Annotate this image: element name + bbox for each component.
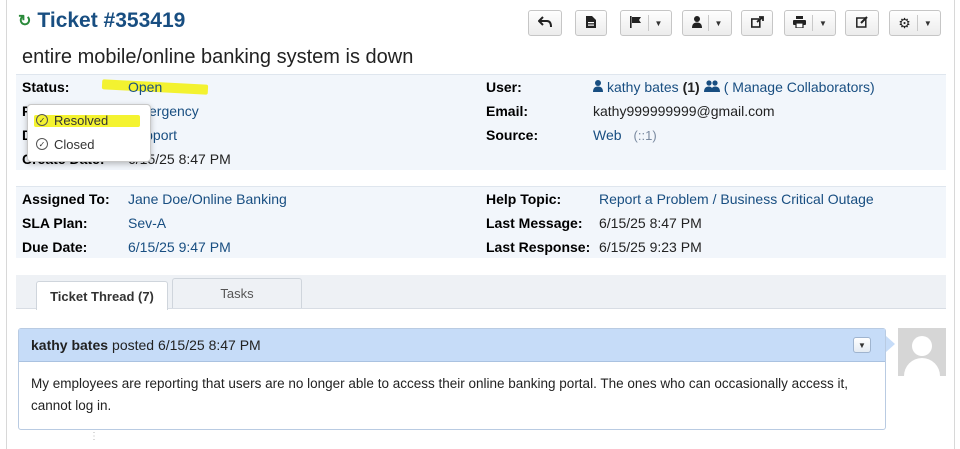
chevron-down-icon: ▼: [819, 18, 827, 28]
email-label: Email:: [486, 103, 529, 119]
reply-icon: [537, 15, 552, 31]
users-icon: [703, 79, 720, 95]
edit-icon: [855, 15, 869, 31]
separator: [647, 15, 649, 31]
status-option-closed[interactable]: ✓ Closed: [36, 134, 94, 154]
status-dropdown-menu: ✓ Resolved ✓ Closed: [27, 104, 151, 162]
manage-collaborators-link[interactable]: ( Manage Collaborators): [724, 79, 875, 95]
chevron-down-icon: ▼: [923, 18, 932, 28]
left-border: [6, 0, 7, 449]
separator: [916, 15, 918, 31]
chevron-down-icon: ▼: [858, 340, 866, 350]
separator: [812, 15, 814, 31]
thread-message-body: My employees are reporting that users ar…: [31, 376, 848, 413]
reply-button[interactable]: [528, 10, 562, 36]
flag-icon: [629, 15, 642, 31]
refresh-icon[interactable]: ↻: [18, 11, 31, 31]
thread-entry: kathy bates posted 6/15/25 8:47 PM ▼ My …: [18, 328, 886, 430]
printer-icon: [793, 15, 807, 31]
document-icon: [586, 15, 596, 31]
assign-dropdown-button[interactable]: ▼: [682, 10, 732, 36]
chevron-down-icon: ▼: [654, 18, 663, 28]
assigned-to-value[interactable]: Jane Doe/Online Banking: [128, 189, 287, 209]
ticket-subject: entire mobile/online banking system is d…: [22, 46, 414, 68]
check-circle-icon: ✓: [36, 138, 48, 150]
thread-entry-header: kathy bates posted 6/15/25 8:47 PM ▼: [19, 329, 885, 362]
gear-icon: ⚙: [898, 14, 911, 31]
sla-plan-value[interactable]: Sev-A: [128, 213, 166, 233]
timeline-dots: ⋮: [89, 431, 99, 442]
share-button[interactable]: [741, 10, 773, 36]
right-border: [954, 0, 955, 449]
ticket-header: ↻ Ticket #353419: [18, 6, 185, 36]
ticket-number-link[interactable]: Ticket #353419: [37, 9, 185, 33]
help-topic-label: Help Topic:: [486, 191, 562, 207]
status-value[interactable]: Open: [128, 77, 162, 97]
user-value: kathy bates (1) ( Manage Collaborators): [593, 77, 875, 97]
ticket-tabs: Ticket Thread (7) Tasks: [16, 275, 946, 310]
status-label: Status:: [22, 79, 70, 95]
user-name-link[interactable]: kathy bates: [607, 79, 679, 95]
thread-posted-time: posted 6/15/25 8:47 PM: [112, 337, 261, 353]
due-date-label: Due Date:: [22, 239, 88, 255]
avatar: [898, 328, 946, 376]
collaborator-count: (1): [682, 79, 700, 95]
source-label: Source:: [486, 127, 539, 143]
separator: [707, 15, 709, 31]
user-label: User:: [486, 79, 522, 95]
user-icon: [593, 79, 603, 95]
help-topic-value[interactable]: Report a Problem / Business Critical Out…: [599, 189, 874, 209]
settings-dropdown-button[interactable]: ⚙ ▼: [889, 10, 941, 36]
sla-plan-label: SLA Plan:: [22, 215, 88, 231]
status-option-resolved[interactable]: ✓ Resolved: [36, 110, 108, 130]
check-circle-icon: ✓: [36, 114, 48, 126]
last-message-label: Last Message:: [486, 215, 583, 231]
source-ip: (::1): [633, 127, 657, 143]
print-ticket-button[interactable]: [575, 10, 607, 36]
thread-author: kathy bates: [31, 337, 109, 353]
share-icon: [750, 15, 764, 31]
last-message-value: 6/15/25 8:47 PM: [599, 215, 702, 231]
last-response-value: 6/15/25 9:23 PM: [599, 239, 702, 255]
source-value: Web (::1): [593, 127, 657, 143]
chevron-down-icon: ▼: [714, 18, 723, 28]
due-date-value[interactable]: 6/15/25 9:47 PM: [128, 237, 231, 257]
flag-dropdown-button[interactable]: ▼: [620, 10, 672, 36]
tab-ticket-thread[interactable]: Ticket Thread (7): [36, 281, 168, 310]
assigned-to-label: Assigned To:: [22, 191, 110, 207]
last-response-label: Last Response:: [486, 239, 591, 255]
user-icon: [691, 15, 702, 31]
print-dropdown-button[interactable]: ▼: [784, 10, 836, 36]
thread-options-toggle[interactable]: ▼: [853, 337, 871, 353]
email-value: kathy999999999@gmail.com: [593, 103, 775, 119]
tab-tasks[interactable]: Tasks: [172, 278, 302, 308]
thread-pointer: [886, 336, 895, 352]
edit-button[interactable]: [845, 10, 879, 36]
